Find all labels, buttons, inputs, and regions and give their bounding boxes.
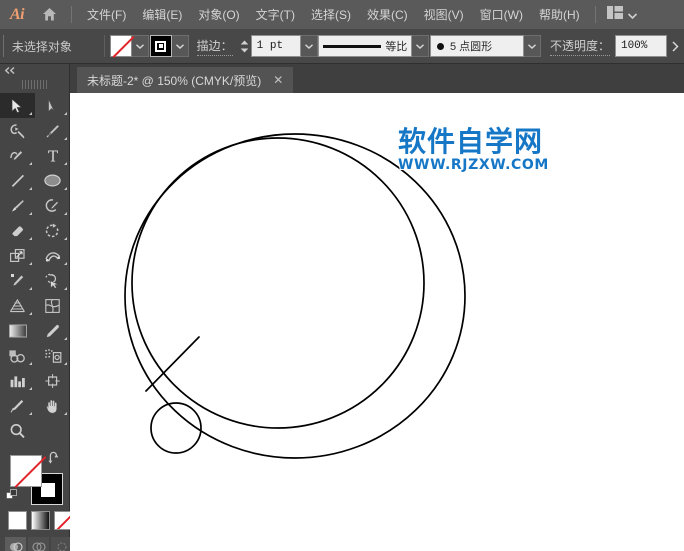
gradient-tool[interactable] bbox=[0, 318, 35, 343]
stroke-weight-stepper[interactable] bbox=[238, 35, 251, 57]
document-tab-bar: 未标题-2* @ 150% (CMYK/预览) ✕ bbox=[70, 64, 684, 93]
menu-item-view[interactable]: 视图(V) bbox=[416, 2, 472, 27]
opacity-input[interactable]: 100% bbox=[614, 35, 667, 57]
opacity-more-button[interactable] bbox=[666, 35, 684, 57]
curvature-tool[interactable] bbox=[0, 143, 35, 168]
stroke-dropdown-button[interactable] bbox=[171, 35, 189, 57]
fill-color[interactable] bbox=[10, 455, 42, 487]
draw-normal-button[interactable] bbox=[5, 537, 26, 551]
stroke-weight-dropdown-button[interactable] bbox=[300, 35, 318, 57]
brush-dropdown-button[interactable] bbox=[523, 35, 541, 57]
stroke-swatch[interactable] bbox=[149, 35, 172, 57]
symbol-sprayer-tool[interactable] bbox=[35, 343, 70, 368]
app-logo-icon: Ai bbox=[9, 5, 25, 23]
stroke-profile-label: 等比 bbox=[385, 41, 408, 53]
color-mode-row bbox=[8, 511, 73, 530]
tool-grid-empty-slot bbox=[35, 418, 70, 443]
artboard-tool[interactable] bbox=[35, 368, 70, 393]
draw-mode-row bbox=[5, 537, 72, 551]
small-circle[interactable] bbox=[150, 402, 202, 454]
menu-item-effect[interactable]: 效果(C) bbox=[359, 2, 416, 27]
menu-item-window[interactable]: 窗口(W) bbox=[472, 2, 531, 27]
stroke-profile-dropdown-button[interactable] bbox=[412, 35, 430, 57]
draw-behind-button[interactable] bbox=[28, 537, 49, 551]
eyedropper-tool[interactable] bbox=[35, 318, 70, 343]
line-segment-tool[interactable] bbox=[0, 168, 35, 193]
workspace-switcher[interactable] bbox=[606, 5, 637, 24]
type-tool[interactable]: T bbox=[35, 143, 70, 168]
shape-builder-tool[interactable] bbox=[35, 268, 70, 293]
direct-selection-tool[interactable] bbox=[35, 93, 70, 118]
fill-dropdown-button[interactable] bbox=[131, 35, 149, 57]
fill-swatch[interactable] bbox=[109, 35, 132, 57]
control-bar: 未选择对象 描边： 1 pt 等比 5 点圆形 不透明度： 100% bbox=[0, 29, 684, 64]
menu-item-object[interactable]: 对象(O) bbox=[190, 2, 247, 27]
workspace-layout-icon bbox=[606, 5, 623, 24]
artwork-svg bbox=[124, 133, 466, 459]
draw-inside-button[interactable] bbox=[51, 537, 72, 551]
magic-wand-tool[interactable] bbox=[0, 118, 35, 143]
illustrator-window: Ai 文件(F) 编辑(E) 对象(O) 文字(T) 选择(S) 效果(C) 视… bbox=[0, 0, 684, 551]
stroke-weight-input[interactable]: 1 pt bbox=[250, 35, 301, 57]
default-fill-stroke-icon[interactable] bbox=[6, 489, 19, 507]
selection-status-label: 未选择对象 bbox=[11, 39, 72, 54]
blend-tool[interactable] bbox=[0, 343, 35, 368]
perspective-grid-tool[interactable] bbox=[0, 293, 35, 318]
tools-panel: T bbox=[0, 64, 73, 551]
stroke-profile-preview-icon bbox=[323, 44, 382, 48]
eraser-tool[interactable] bbox=[0, 218, 35, 243]
stroke-swatch-inner bbox=[155, 40, 167, 52]
workspace-divider bbox=[594, 6, 596, 23]
document-tab-title: 未标题-2* @ 150% (CMYK/预览) bbox=[87, 73, 262, 88]
brush-preview-icon bbox=[436, 42, 444, 50]
home-icon[interactable] bbox=[34, 0, 64, 29]
menu-item-file[interactable]: 文件(F) bbox=[79, 2, 134, 27]
menu-item-select[interactable]: 选择(S) bbox=[303, 2, 359, 27]
control-bar-grip[interactable] bbox=[3, 35, 4, 57]
chevron-down-icon bbox=[627, 6, 637, 24]
column-graph-tool[interactable] bbox=[0, 368, 35, 393]
artboard-canvas[interactable]: 软件自学网 WWW.RJZXW.COM bbox=[70, 93, 684, 551]
ellipse-tool[interactable] bbox=[35, 168, 70, 193]
brush-definition-label: 5 点圆形 bbox=[449, 41, 493, 53]
menu-item-edit[interactable]: 编辑(E) bbox=[134, 2, 190, 27]
rotate-tool[interactable] bbox=[35, 218, 70, 243]
color-mode-button[interactable] bbox=[8, 511, 27, 530]
double-chevron-left-icon[interactable] bbox=[4, 62, 17, 80]
width-tool[interactable] bbox=[35, 243, 70, 268]
tools-panel-header bbox=[0, 64, 69, 78]
color-controls bbox=[0, 447, 73, 551]
document-tab[interactable]: 未标题-2* @ 150% (CMYK/预览) ✕ bbox=[77, 67, 294, 93]
opacity-label[interactable]: 不透明度： bbox=[549, 37, 610, 56]
tool-grid: T bbox=[0, 93, 69, 443]
paintbrush-tool[interactable] bbox=[0, 193, 35, 218]
selection-tool[interactable] bbox=[0, 93, 35, 118]
menu-item-type[interactable]: 文字(T) bbox=[248, 2, 303, 27]
swap-fill-stroke-icon[interactable] bbox=[47, 451, 61, 470]
stroke-profile-display[interactable]: 等比 bbox=[318, 35, 413, 57]
gradient-mode-button[interactable] bbox=[31, 511, 50, 530]
shaper-tool[interactable] bbox=[35, 193, 70, 218]
pen-tool[interactable] bbox=[35, 118, 70, 143]
brush-definition-display[interactable]: 5 点圆形 bbox=[429, 35, 524, 57]
menu-item-help[interactable]: 帮助(H) bbox=[531, 2, 588, 27]
svg-text:T: T bbox=[47, 148, 57, 164]
outer-circle[interactable] bbox=[124, 133, 466, 459]
close-icon[interactable]: ✕ bbox=[273, 74, 283, 86]
slice-tool[interactable] bbox=[0, 393, 35, 418]
scale-tool[interactable] bbox=[0, 243, 35, 268]
free-transform-tool[interactable] bbox=[0, 268, 35, 293]
tools-panel-grip[interactable] bbox=[21, 80, 48, 89]
hand-tool[interactable] bbox=[35, 393, 70, 418]
menu-bar: Ai 文件(F) 编辑(E) 对象(O) 文字(T) 选择(S) 效果(C) 视… bbox=[0, 0, 684, 29]
zoom-tool[interactable] bbox=[0, 418, 35, 443]
menu-divider bbox=[71, 6, 72, 23]
stroke-weight-label[interactable]: 描边： bbox=[196, 37, 233, 56]
menu-item-list: 文件(F) 编辑(E) 对象(O) 文字(T) 选择(S) 效果(C) 视图(V… bbox=[79, 2, 588, 27]
mesh-tool[interactable] bbox=[35, 293, 70, 318]
